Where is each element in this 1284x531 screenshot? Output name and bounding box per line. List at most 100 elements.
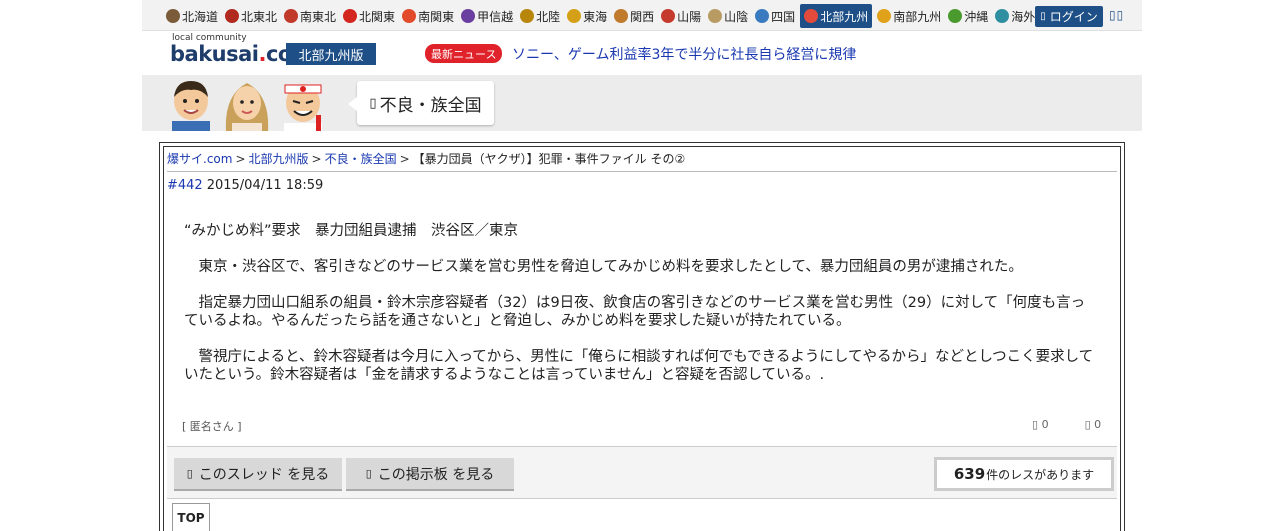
thread-icon: ▯	[186, 467, 193, 480]
post-paragraph: 指定暴力団山口組系の組員・鈴木宗彦容疑者（32）は9日夜、飲食店の客引きなどのサ…	[184, 295, 1086, 329]
login-label: ログイン	[1049, 10, 1098, 24]
region-label: 四国	[771, 9, 796, 24]
region-label: 南部九州	[893, 9, 942, 24]
latest-news-badge: 最新ニュース	[425, 44, 503, 63]
mango-icon	[877, 9, 892, 23]
view-thread-label: このスレッド を見る	[198, 466, 330, 483]
region-label: 海外	[1011, 9, 1036, 24]
region-item[interactable]: 南関東	[400, 4, 456, 28]
region-item[interactable]: 関西	[612, 4, 656, 28]
view-board-button[interactable]: ▯ この掲示板 を見る	[346, 458, 514, 491]
response-count-suffix: 件のレスがあります	[986, 467, 1095, 482]
category-title: ▯ 不良・族全国	[348, 81, 494, 125]
post-number-link[interactable]: #442	[167, 178, 203, 193]
region-item[interactable]: 甲信越	[459, 4, 515, 28]
region-item[interactable]: 北関東	[341, 4, 397, 28]
news-headline-link[interactable]: ソニー、ゲーム利益率3年で半分に社長自ら経営に規律	[512, 44, 856, 64]
region-label: 山陰	[724, 9, 749, 24]
namahage-icon	[225, 9, 240, 23]
region-item[interactable]: 北海道	[164, 4, 220, 28]
logo-dot: .	[258, 42, 267, 66]
mascot-woman-icon	[225, 83, 269, 131]
takoyaki-icon	[614, 9, 629, 23]
logo-text-main: bakusai	[170, 42, 259, 66]
region-nav-bar: 北海道 北東北 南東北 北関東 南関東 甲信越 北陸 東海 関西 山陽 山陰 四国 北部九州 南部九州 沖縄…	[142, 0, 1142, 31]
region-item[interactable]: 海外	[993, 4, 1037, 28]
lock-icon: ▯	[1040, 11, 1046, 22]
divider	[167, 498, 1117, 499]
region-label: 関西	[630, 9, 655, 24]
region-label: 北部九州	[820, 9, 869, 24]
region-item[interactable]: 北陸	[518, 4, 562, 28]
udon-icon	[755, 9, 770, 23]
region-label: 北東北	[241, 9, 278, 24]
region-label: 甲信越	[477, 9, 514, 24]
region-label: 南関東	[418, 9, 455, 24]
grape-icon	[461, 9, 476, 23]
globe-icon	[995, 9, 1010, 23]
view-thread-button[interactable]: ▯ このスレッド を見る	[174, 458, 342, 491]
board-icon: ▯	[365, 467, 372, 480]
thumbs-up-icon: ▯	[1032, 418, 1039, 431]
mascot-man-icon	[172, 81, 210, 131]
post-datetime: 2015/04/11 18:59	[206, 178, 324, 193]
dislike-count: 0	[1094, 418, 1102, 431]
like-button[interactable]: ▯ 0	[1032, 418, 1049, 431]
post-reactions: ▯ 0 ▯ 0	[1032, 418, 1101, 431]
category-banner: ▯ 不良・族全国	[142, 75, 1142, 131]
region-label: 北関東	[359, 9, 396, 24]
menu-icon[interactable]: ▯▯	[1109, 8, 1124, 22]
region-item[interactable]: 北東北	[223, 4, 279, 28]
tokyo-tower-icon	[402, 9, 417, 23]
breadcrumb-current: 【暴力団員（ヤクザ）】犯罪・事件ファイル その②	[412, 152, 686, 166]
login-button[interactable]: ▯ ログイン	[1035, 6, 1103, 27]
region-item[interactable]: 沖縄	[946, 4, 990, 28]
region-item[interactable]: 東海	[565, 4, 609, 28]
post-body: “みかじめ料”要求 暴力団組員逮捕 渋谷区／東京 東京・渋谷区で、客引きなどのサ…	[184, 222, 1096, 402]
region-item[interactable]: 四国	[753, 4, 797, 28]
daruma-icon	[343, 9, 358, 23]
post-paragraph: 東京・渋谷区で、客引きなどのサービス業を営む男性を脅迫してみかじめ料を要求したと…	[184, 259, 1023, 275]
region-item[interactable]: 山陽	[659, 4, 703, 28]
view-board-label: この掲示板 を見る	[377, 466, 495, 483]
breadcrumb: 爆サイ.com > 北部九州版 > 不良・族全国 > 【暴力団員（ヤクザ）】犯罪・事件ファイ…	[167, 150, 1117, 172]
region-label: 東海	[583, 9, 608, 24]
shrine-gate-icon	[661, 9, 676, 23]
torii-icon	[520, 9, 535, 23]
breadcrumb-link-edition[interactable]: 北部九州版	[249, 152, 309, 166]
action-row: ▯ このスレッド を見る ▯ この掲示板 を見る 639 件のレスがあります	[167, 447, 1117, 498]
region-label: 北陸	[536, 9, 561, 24]
region-item[interactable]: 山陰	[706, 4, 750, 28]
region-label: 北海道	[182, 9, 219, 24]
shachihoko-icon	[567, 9, 582, 23]
response-count: 639	[953, 465, 986, 483]
region-item[interactable]: 北部九州	[800, 4, 873, 28]
region-list: 北海道 北東北 南東北 北関東 南関東 甲信越 北陸 東海 関西 山陽 山陰 四国 北部九州 南部九州 沖縄…	[164, 4, 1040, 28]
response-count-box: 639 件のレスがあります	[934, 457, 1114, 491]
edition-badge[interactable]: 北部九州版	[286, 43, 376, 65]
thumbs-down-icon: ▯	[1084, 418, 1091, 431]
region-item[interactable]: 南部九州	[875, 4, 943, 28]
like-count: 0	[1041, 418, 1049, 431]
breadcrumb-separator: >	[399, 152, 410, 166]
region-item[interactable]: 南東北	[282, 4, 338, 28]
region-label: 山陽	[677, 9, 702, 24]
shisa-icon	[948, 9, 963, 23]
category-title-text: 不良・族全国	[379, 95, 482, 116]
hokkaido-icon	[166, 9, 180, 23]
breadcrumb-separator: >	[311, 152, 322, 166]
category-icon: ▯	[369, 95, 377, 111]
beef-tongue-icon	[284, 9, 299, 23]
breadcrumb-link-category[interactable]: 不良・族全国	[325, 152, 397, 166]
rabbit-icon	[708, 9, 723, 23]
post-author: [ 匿名さん ]	[182, 420, 242, 433]
mascot-headband-man-icon	[284, 84, 322, 131]
dislike-button[interactable]: ▯ 0	[1085, 418, 1102, 431]
breadcrumb-separator: >	[235, 152, 246, 166]
post-paragraph: “みかじめ料”要求 暴力団組員逮捕 渋谷区／東京	[184, 223, 519, 239]
region-label: 沖縄	[964, 9, 989, 24]
top-button[interactable]: TOP	[172, 503, 210, 531]
breadcrumb-link-home[interactable]: 爆サイ.com	[167, 152, 232, 166]
mentaiko-icon	[804, 9, 819, 23]
post-paragraph: 警視庁によると、鈴木容疑者は今月に入ってから、男性に「俺らに相談すれば何でもでき…	[184, 349, 1094, 383]
